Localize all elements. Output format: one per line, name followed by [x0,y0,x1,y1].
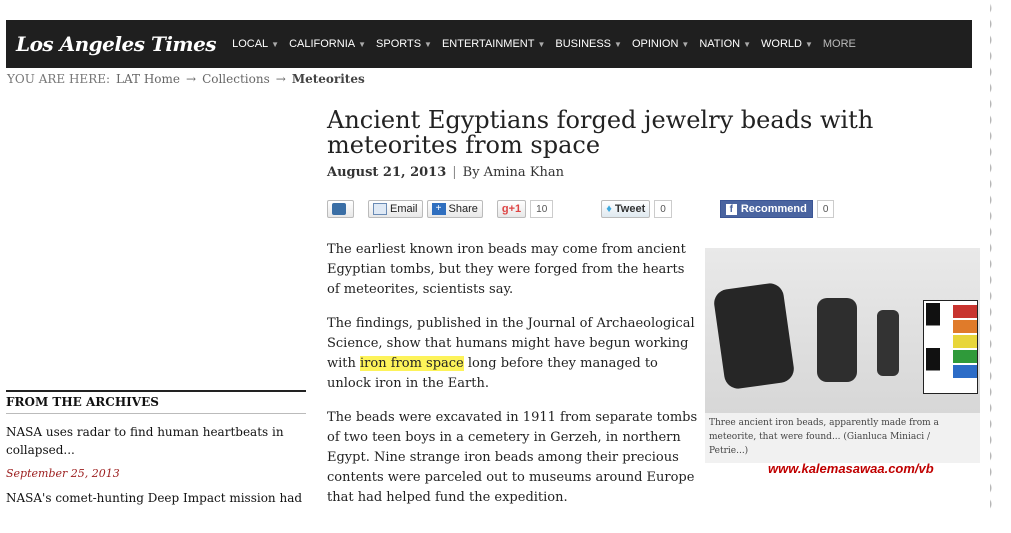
nav-more[interactable]: MORE [823,38,856,50]
archives-section: FROM THE ARCHIVES NASA uses radar to fin… [6,390,306,507]
email-label: Email [390,203,418,215]
main-nav: LOCAL ▼ CALIFORNIA ▼ SPORTS ▼ ENTERTAINMENT… [232,38,866,50]
recommend-count: 0 [816,200,835,218]
share-toolbar: Email + Share g +1 10 ♦ Tweet 0 f Recommend … [327,200,835,218]
breadcrumb: YOU ARE HERE: LAT Home → Collections → M… [7,72,365,86]
nav-label: SPORTS [376,38,422,50]
paragraph: The beads were excavated in 1911 from se… [327,410,698,505]
site-header: Los Angeles Times LOCAL ▼ CALIFORNIA ▼ SPO… [6,20,972,68]
page-sheet: Los Angeles Times LOCAL ▼ CALIFORNIA ▼ SPO… [0,0,990,520]
nav-local[interactable]: LOCAL ▼ [232,38,279,50]
gplus-icon: g [501,203,509,215]
bead-image [712,281,796,391]
breadcrumb-arrow: → [186,72,197,86]
nav-label: ENTERTAINMENT [441,38,535,50]
nav-label: WORLD [761,38,802,50]
share-label: Share [448,203,478,215]
tweet-button[interactable]: ♦ Tweet [601,200,651,218]
chevron-down-icon: ▼ [681,39,690,49]
breadcrumb-home-link[interactable]: LAT Home [116,72,180,86]
chevron-down-icon: ▼ [271,39,280,49]
chevron-down-icon: ▼ [424,39,432,49]
swatch-red [953,305,977,318]
swatch-green [953,350,977,363]
email-button[interactable]: Email [368,200,423,218]
nav-entertainment[interactable]: ENTERTAINMENT ▼ [442,38,545,50]
breadcrumb-current[interactable]: Meteorites [292,72,365,86]
chevron-down-icon: ▼ [537,39,546,49]
share-button[interactable]: + Share [426,200,483,218]
recommend-label: Recommend [740,203,807,215]
tweet-label: Tweet [614,203,646,215]
swatch-yellow [953,335,977,348]
archive-headline-link[interactable]: NASA's comet-hunting Deep Impact mission… [6,489,306,507]
iron-beads-photo[interactable] [705,248,980,413]
bead-image [817,298,857,382]
paragraph: The findings, published in the Journal o… [327,314,699,394]
article: Ancient Egyptians forged jewelry beads w… [327,106,977,505]
nav-label: MORE [822,38,856,50]
nav-world[interactable]: WORLD ▼ [761,38,813,50]
envelope-icon [373,203,387,215]
nav-label: LOCAL [232,38,269,50]
nav-business[interactable]: BUSINESS ▼ [555,38,622,50]
gplus-label: +1 [508,203,522,215]
article-author[interactable]: By Amina Khan [463,165,564,180]
breadcrumb-collections-link[interactable]: Collections [202,72,270,86]
nav-opinion[interactable]: OPINION ▼ [632,38,689,50]
twitter-bird-icon: ♦ [606,203,612,215]
chevron-down-icon: ▼ [614,39,622,49]
archives-heading: FROM THE ARCHIVES [6,390,306,414]
photo-caption: Three ancient iron beads, apparently mad… [709,418,939,456]
chevron-down-icon: ▼ [743,39,751,49]
breadcrumb-prefix: YOU ARE HERE: [7,72,111,86]
bw-scale [926,303,940,393]
nav-california[interactable]: CALIFORNIA ▼ [289,38,366,50]
swatch-blue [953,365,977,378]
article-title: Ancient Egyptians forged jewelry beads w… [327,106,874,159]
archive-date: September 25, 2013 [6,467,120,480]
color-scale-card [923,300,978,394]
article-body: The earliest known iron beads may come f… [327,240,699,520]
byline-separator: | [452,165,457,180]
nav-sports[interactable]: SPORTS ▼ [376,38,432,50]
chevron-down-icon: ▼ [804,39,813,49]
highlighted-text: iron from space [360,356,464,371]
swatch-orange [953,320,977,333]
printer-icon [332,203,346,215]
plus-icon: + [431,203,446,215]
bead-image [877,310,899,376]
byline: August 21, 2013 | By Amina Khan [327,165,977,180]
article-date: August 21, 2013 [327,165,447,180]
article-photo: Three ancient iron beads, apparently mad… [705,248,980,463]
archive-headline-link[interactable]: NASA uses radar to find human heartbeats… [6,423,306,459]
chevron-down-icon: ▼ [358,39,367,49]
breadcrumb-arrow: → [275,72,286,86]
facebook-recommend-button[interactable]: f Recommend [719,200,813,218]
gplus-count: 10 [530,200,554,218]
paragraph: The earliest known iron beads may come f… [327,242,686,297]
tweet-count: 0 [654,200,672,218]
nav-label: CALIFORNIA [289,38,356,50]
print-button[interactable] [327,200,354,218]
gplus-button[interactable]: g +1 [496,200,527,218]
nav-label: NATION [699,38,741,50]
site-logo[interactable]: Los Angeles Times [16,32,217,56]
nav-label: OPINION [631,38,679,50]
nav-nation[interactable]: NATION ▼ [699,38,751,50]
facebook-icon: f [725,203,737,215]
nav-label: BUSINESS [555,38,612,50]
watermark: www.kalemasawaa.com/vb [768,461,934,476]
